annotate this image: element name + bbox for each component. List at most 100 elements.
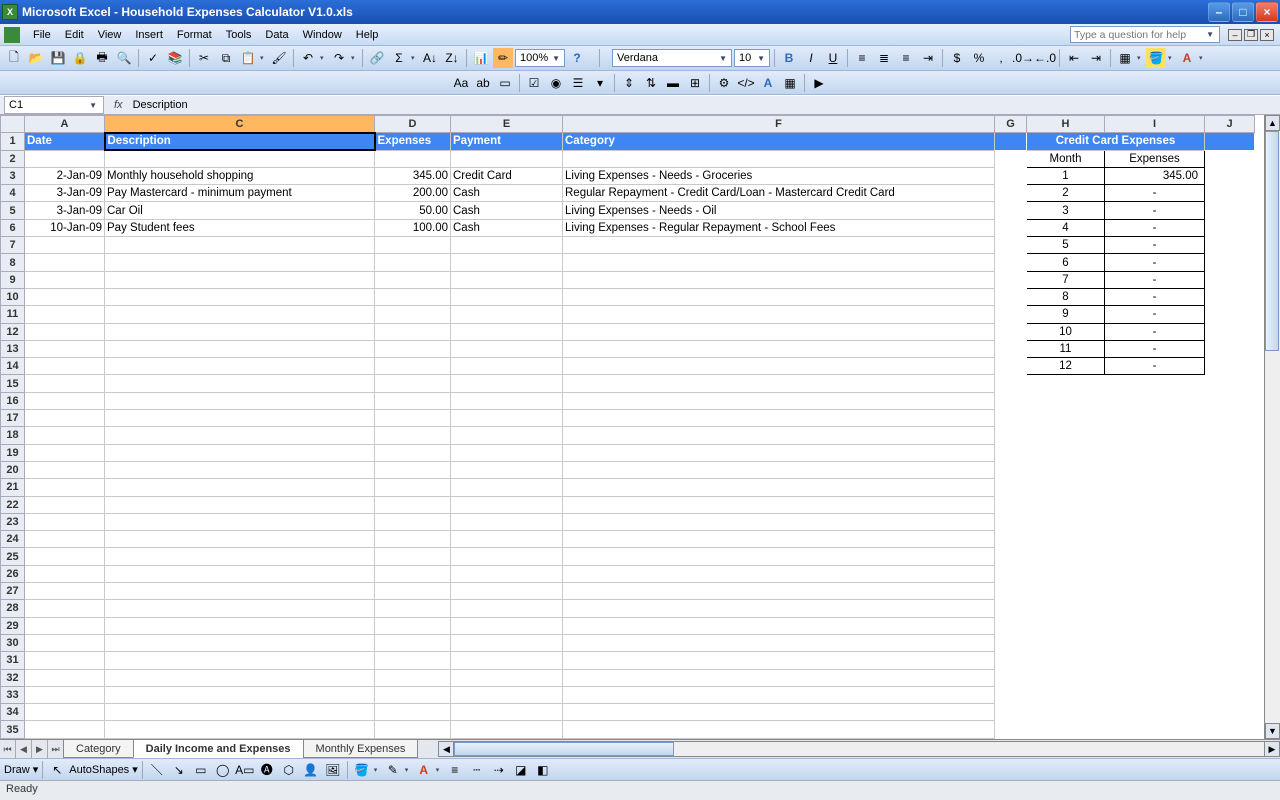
- cell[interactable]: [451, 358, 563, 375]
- oval-icon[interactable]: ◯: [213, 760, 233, 780]
- cell[interactable]: [563, 548, 995, 565]
- cell[interactable]: 9: [1027, 306, 1105, 323]
- cell[interactable]: [1105, 583, 1205, 600]
- cell[interactable]: [375, 254, 451, 271]
- cell[interactable]: [1205, 358, 1255, 375]
- cell[interactable]: [995, 392, 1027, 409]
- cell[interactable]: [451, 271, 563, 288]
- cell[interactable]: 5: [1027, 237, 1105, 254]
- cell[interactable]: [1105, 427, 1205, 444]
- cell[interactable]: [105, 237, 375, 254]
- cell[interactable]: [563, 531, 995, 548]
- cell[interactable]: [1205, 237, 1255, 254]
- cell[interactable]: [375, 323, 451, 340]
- arrow-style-icon[interactable]: ⇢: [489, 760, 509, 780]
- cell[interactable]: [563, 237, 995, 254]
- cell[interactable]: 200.00: [375, 185, 451, 202]
- menu-insert[interactable]: Insert: [128, 27, 170, 43]
- cell[interactable]: [25, 375, 105, 392]
- row-header[interactable]: 9: [1, 271, 25, 288]
- row-header[interactable]: 34: [1, 704, 25, 721]
- form-spinner-icon[interactable]: ⇅: [641, 73, 661, 93]
- cell[interactable]: [1205, 721, 1255, 739]
- draw-menu[interactable]: Draw ▾: [4, 763, 38, 776]
- cell[interactable]: [25, 600, 105, 617]
- vertical-scrollbar[interactable]: ▲ ▼: [1264, 115, 1280, 739]
- tab-last-icon[interactable]: ⏭: [48, 740, 64, 758]
- cell[interactable]: [1105, 600, 1205, 617]
- zoom-select[interactable]: 100%▼: [515, 49, 565, 67]
- cell[interactable]: [563, 721, 995, 739]
- cell[interactable]: [1205, 479, 1255, 496]
- hyperlink-icon[interactable]: 🔗: [367, 48, 387, 68]
- row-header[interactable]: 7: [1, 237, 25, 254]
- cell[interactable]: [451, 513, 563, 530]
- cell[interactable]: [375, 150, 451, 167]
- cell[interactable]: Credit Card Expenses: [1027, 133, 1205, 150]
- cell[interactable]: [375, 375, 451, 392]
- cell[interactable]: [375, 496, 451, 513]
- cell[interactable]: [1105, 617, 1205, 634]
- cell[interactable]: [995, 410, 1027, 427]
- menu-help[interactable]: Help: [349, 27, 386, 43]
- cell[interactable]: [451, 237, 563, 254]
- cell[interactable]: [1205, 202, 1255, 219]
- row-header[interactable]: 11: [1, 306, 25, 323]
- percent-icon[interactable]: %: [969, 48, 989, 68]
- cell[interactable]: [563, 600, 995, 617]
- row-header[interactable]: 22: [1, 496, 25, 513]
- row-header[interactable]: 21: [1, 479, 25, 496]
- cell[interactable]: [995, 288, 1027, 305]
- cell[interactable]: [375, 634, 451, 651]
- row-header[interactable]: 26: [1, 565, 25, 582]
- cell[interactable]: [1205, 652, 1255, 669]
- cell[interactable]: [25, 617, 105, 634]
- align-right-icon[interactable]: ≡: [896, 48, 916, 68]
- formula-input[interactable]: Description: [129, 99, 1280, 111]
- cell[interactable]: [1105, 686, 1205, 703]
- cell[interactable]: 3: [1027, 202, 1105, 219]
- cell[interactable]: [105, 513, 375, 530]
- row-header[interactable]: 32: [1, 669, 25, 686]
- cell[interactable]: [563, 392, 995, 409]
- maximize-button[interactable]: □: [1232, 2, 1254, 22]
- mdi-minimize-button[interactable]: –: [1228, 29, 1242, 41]
- cell[interactable]: [375, 704, 451, 721]
- cell[interactable]: [1027, 392, 1105, 409]
- cell[interactable]: 1: [1027, 167, 1105, 184]
- align-left-icon[interactable]: ≡: [852, 48, 872, 68]
- increase-indent-icon[interactable]: ⇥: [1086, 48, 1106, 68]
- cell[interactable]: [1105, 531, 1205, 548]
- menu-edit[interactable]: Edit: [58, 27, 91, 43]
- col-header[interactable]: G: [995, 116, 1027, 133]
- wordart-icon[interactable]: 🅐: [257, 760, 277, 780]
- cell[interactable]: 7: [1027, 271, 1105, 288]
- cell[interactable]: [105, 652, 375, 669]
- cell[interactable]: [1105, 444, 1205, 461]
- cell[interactable]: [995, 669, 1027, 686]
- cell[interactable]: [25, 254, 105, 271]
- mdi-restore-button[interactable]: ❐: [1244, 29, 1258, 41]
- cell[interactable]: [105, 531, 375, 548]
- cell[interactable]: [1205, 513, 1255, 530]
- font-select[interactable]: Verdana▼: [612, 49, 732, 67]
- comma-icon[interactable]: ,: [991, 48, 1011, 68]
- form-edit-icon[interactable]: ab: [473, 73, 493, 93]
- row-header[interactable]: 10: [1, 288, 25, 305]
- cell[interactable]: [105, 288, 375, 305]
- cell[interactable]: [25, 531, 105, 548]
- cell[interactable]: [375, 565, 451, 582]
- select-all-corner[interactable]: [1, 116, 25, 133]
- cell[interactable]: [451, 306, 563, 323]
- cell[interactable]: 12: [1027, 358, 1105, 375]
- tab-first-icon[interactable]: ⏮: [0, 740, 16, 758]
- cell[interactable]: [1027, 652, 1105, 669]
- cell[interactable]: [451, 600, 563, 617]
- row-header[interactable]: 35: [1, 721, 25, 739]
- cell[interactable]: [1205, 133, 1255, 150]
- cell[interactable]: [1027, 531, 1105, 548]
- align-center-icon[interactable]: ≣: [874, 48, 894, 68]
- cell[interactable]: [451, 634, 563, 651]
- col-header[interactable]: A: [25, 116, 105, 133]
- cell[interactable]: [25, 427, 105, 444]
